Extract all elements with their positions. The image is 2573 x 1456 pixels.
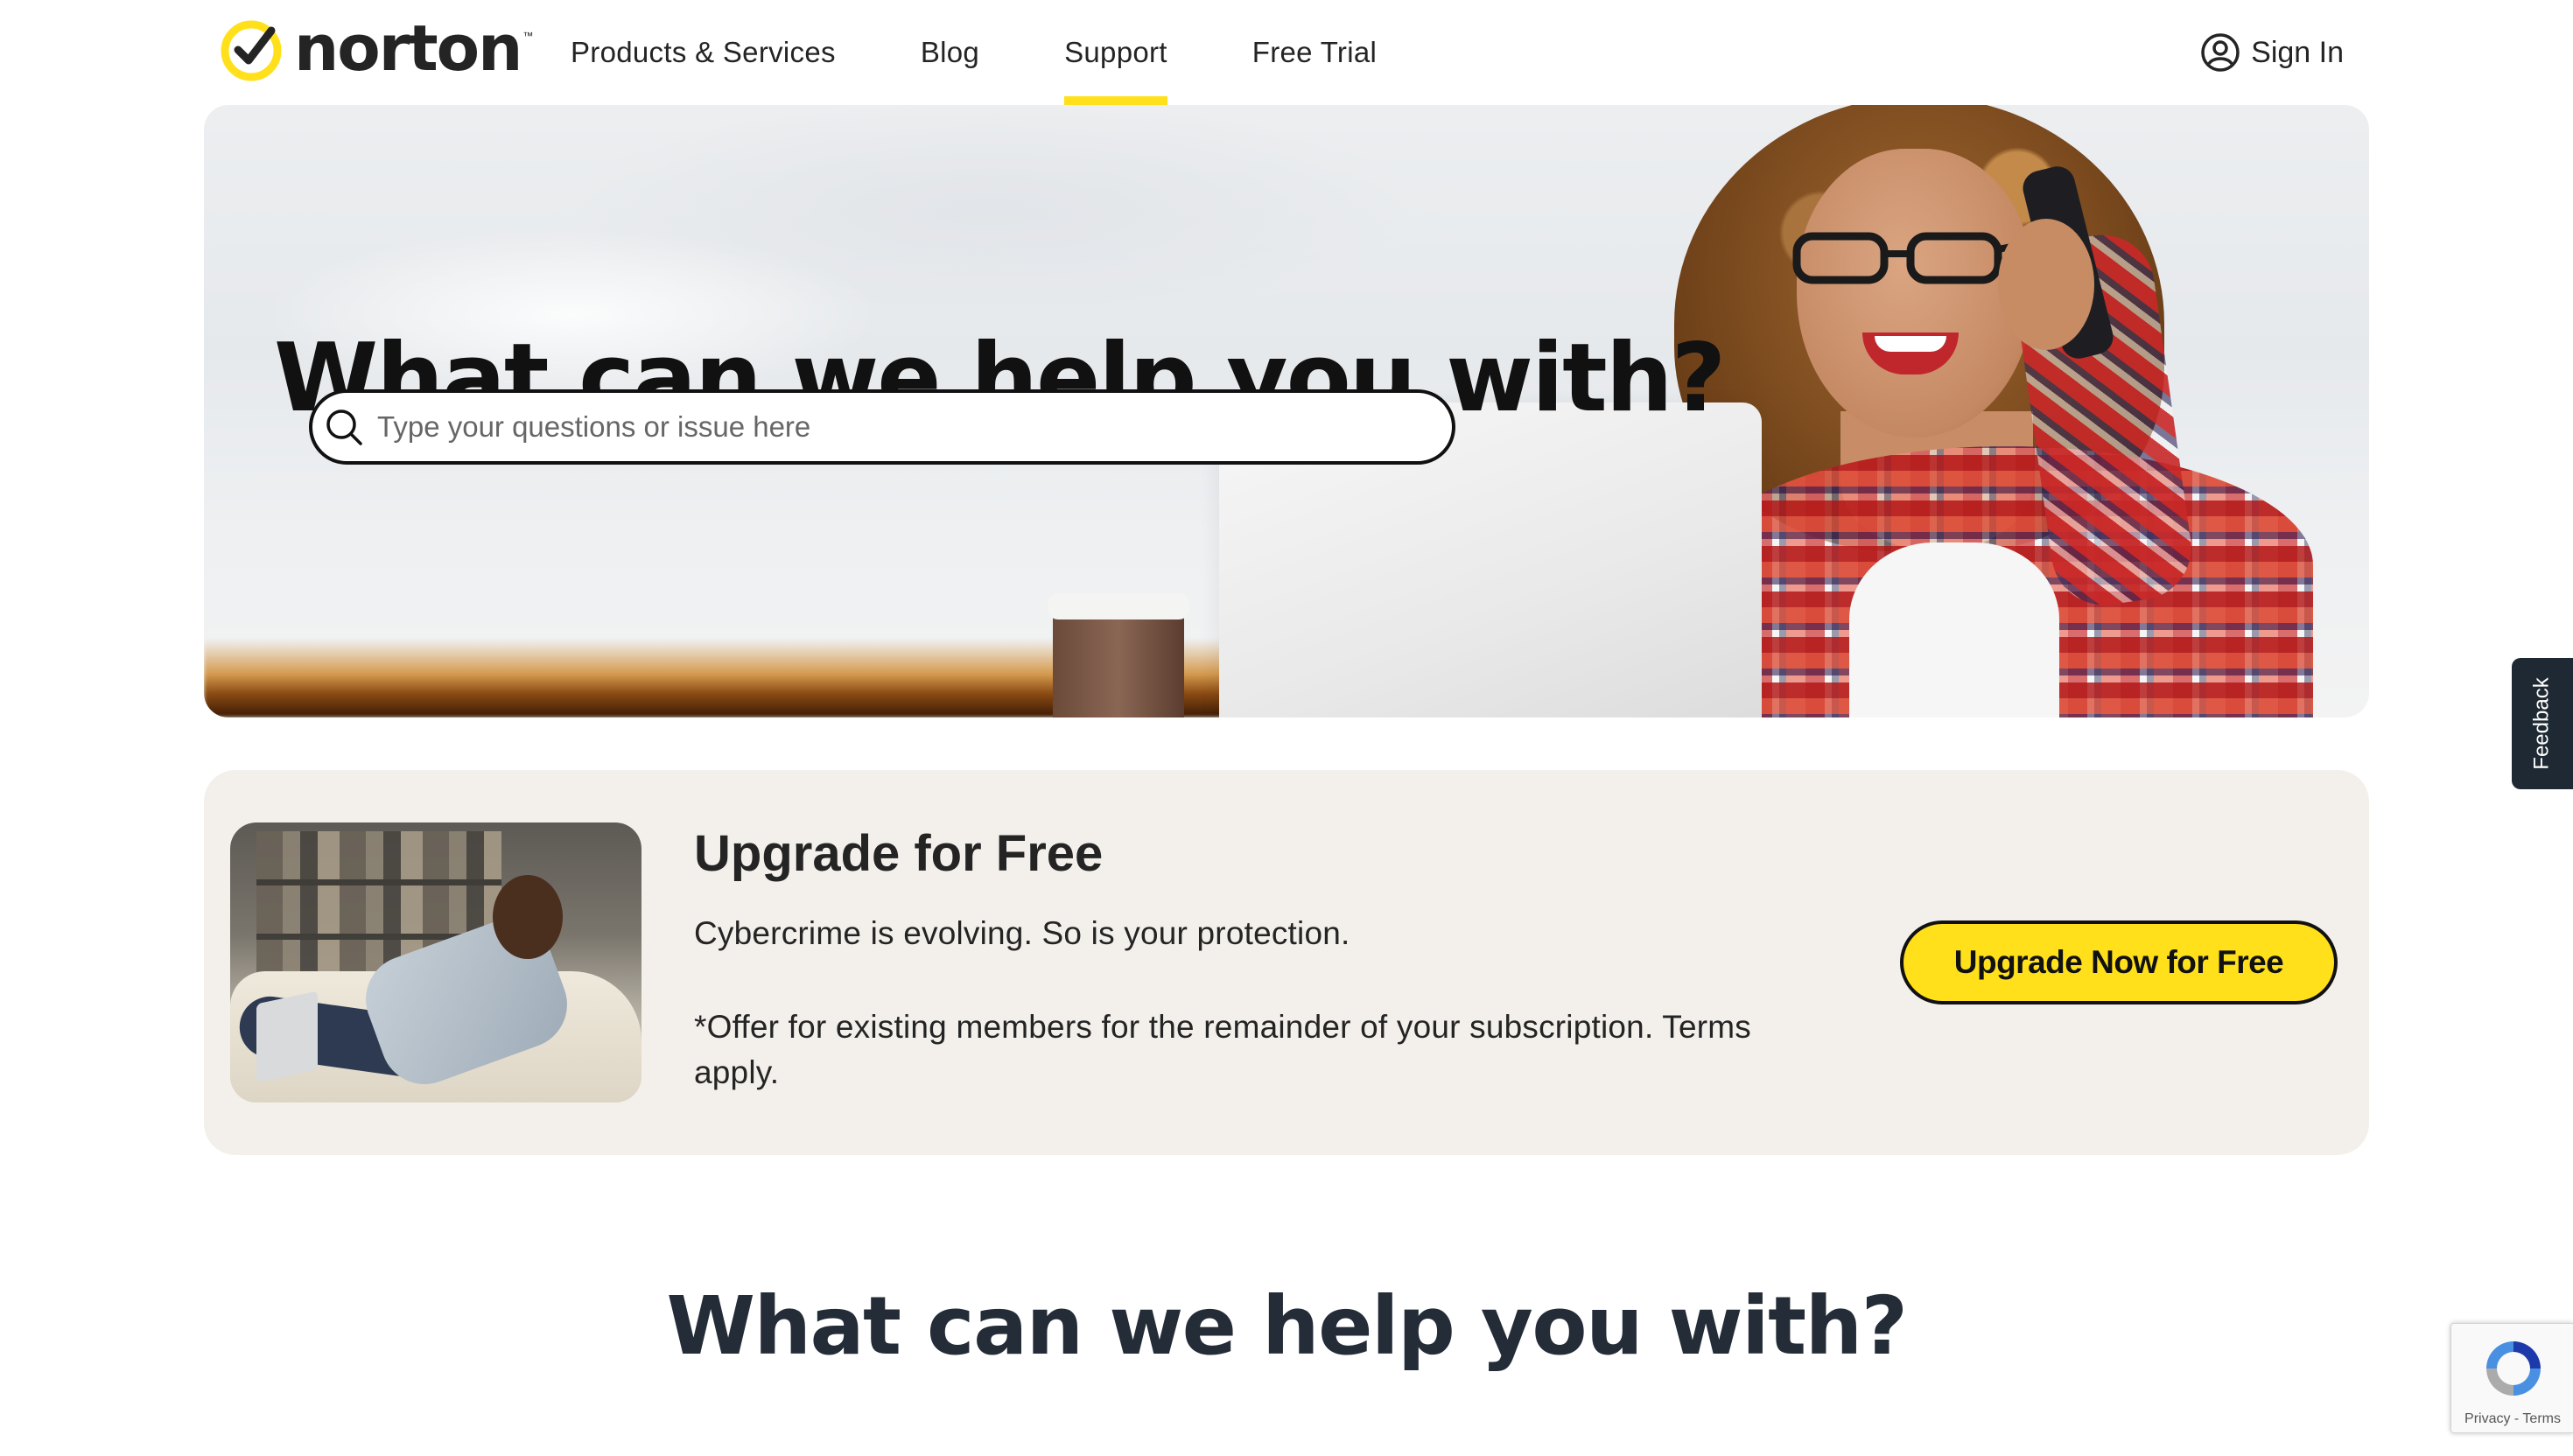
recaptcha-icon xyxy=(2486,1341,2541,1396)
support-hero: What can we help you with? xyxy=(204,105,2369,718)
upgrade-subtitle: Cybercrime is evolving. So is your prote… xyxy=(694,915,1350,951)
support-search-input[interactable] xyxy=(375,401,1426,453)
recaptcha-privacy-terms[interactable]: Privacy - Terms xyxy=(2451,1411,2573,1427)
nav-products-services[interactable]: Products & Services xyxy=(571,0,836,105)
nav-support[interactable]: Support xyxy=(1064,0,1167,105)
upgrade-now-button[interactable]: Upgrade Now for Free xyxy=(1900,920,2338,1004)
upgrade-title: Upgrade for Free xyxy=(694,825,1104,882)
upgrade-offer-note: *Offer for existing members for the rema… xyxy=(694,1009,1751,1090)
main-nav: Products & Services Blog Support Free Tr… xyxy=(571,0,1462,105)
sign-in-label: Sign In xyxy=(2251,35,2344,69)
recaptcha-badge[interactable]: Privacy - Terms xyxy=(2450,1323,2573,1433)
upgrade-card: Upgrade for Free Cybercrime is evolving.… xyxy=(204,770,2369,1155)
nav-blog[interactable]: Blog xyxy=(921,0,979,105)
sign-in-link[interactable]: Sign In xyxy=(2200,0,2344,105)
help-section-title: What can we help you with? xyxy=(666,1279,1908,1373)
norton-check-icon xyxy=(219,18,284,83)
site-header: norton ™ Products & Services Blog Suppor… xyxy=(0,0,2573,105)
support-search-box[interactable] xyxy=(309,389,1455,465)
logo-wordmark: norton xyxy=(294,11,522,85)
nav-free-trial[interactable]: Free Trial xyxy=(1252,0,1377,105)
logo-trademark: ™ xyxy=(522,30,534,42)
user-circle-icon xyxy=(2201,33,2240,72)
norton-logo[interactable]: norton ™ xyxy=(219,16,533,86)
upgrade-man-on-couch-image xyxy=(230,822,641,1102)
feedback-tab[interactable]: Feedback xyxy=(2512,658,2573,789)
search-icon xyxy=(326,410,362,445)
feedback-label: Feedback xyxy=(2530,677,2554,770)
hero-coffee-cup-image xyxy=(1048,593,1189,718)
